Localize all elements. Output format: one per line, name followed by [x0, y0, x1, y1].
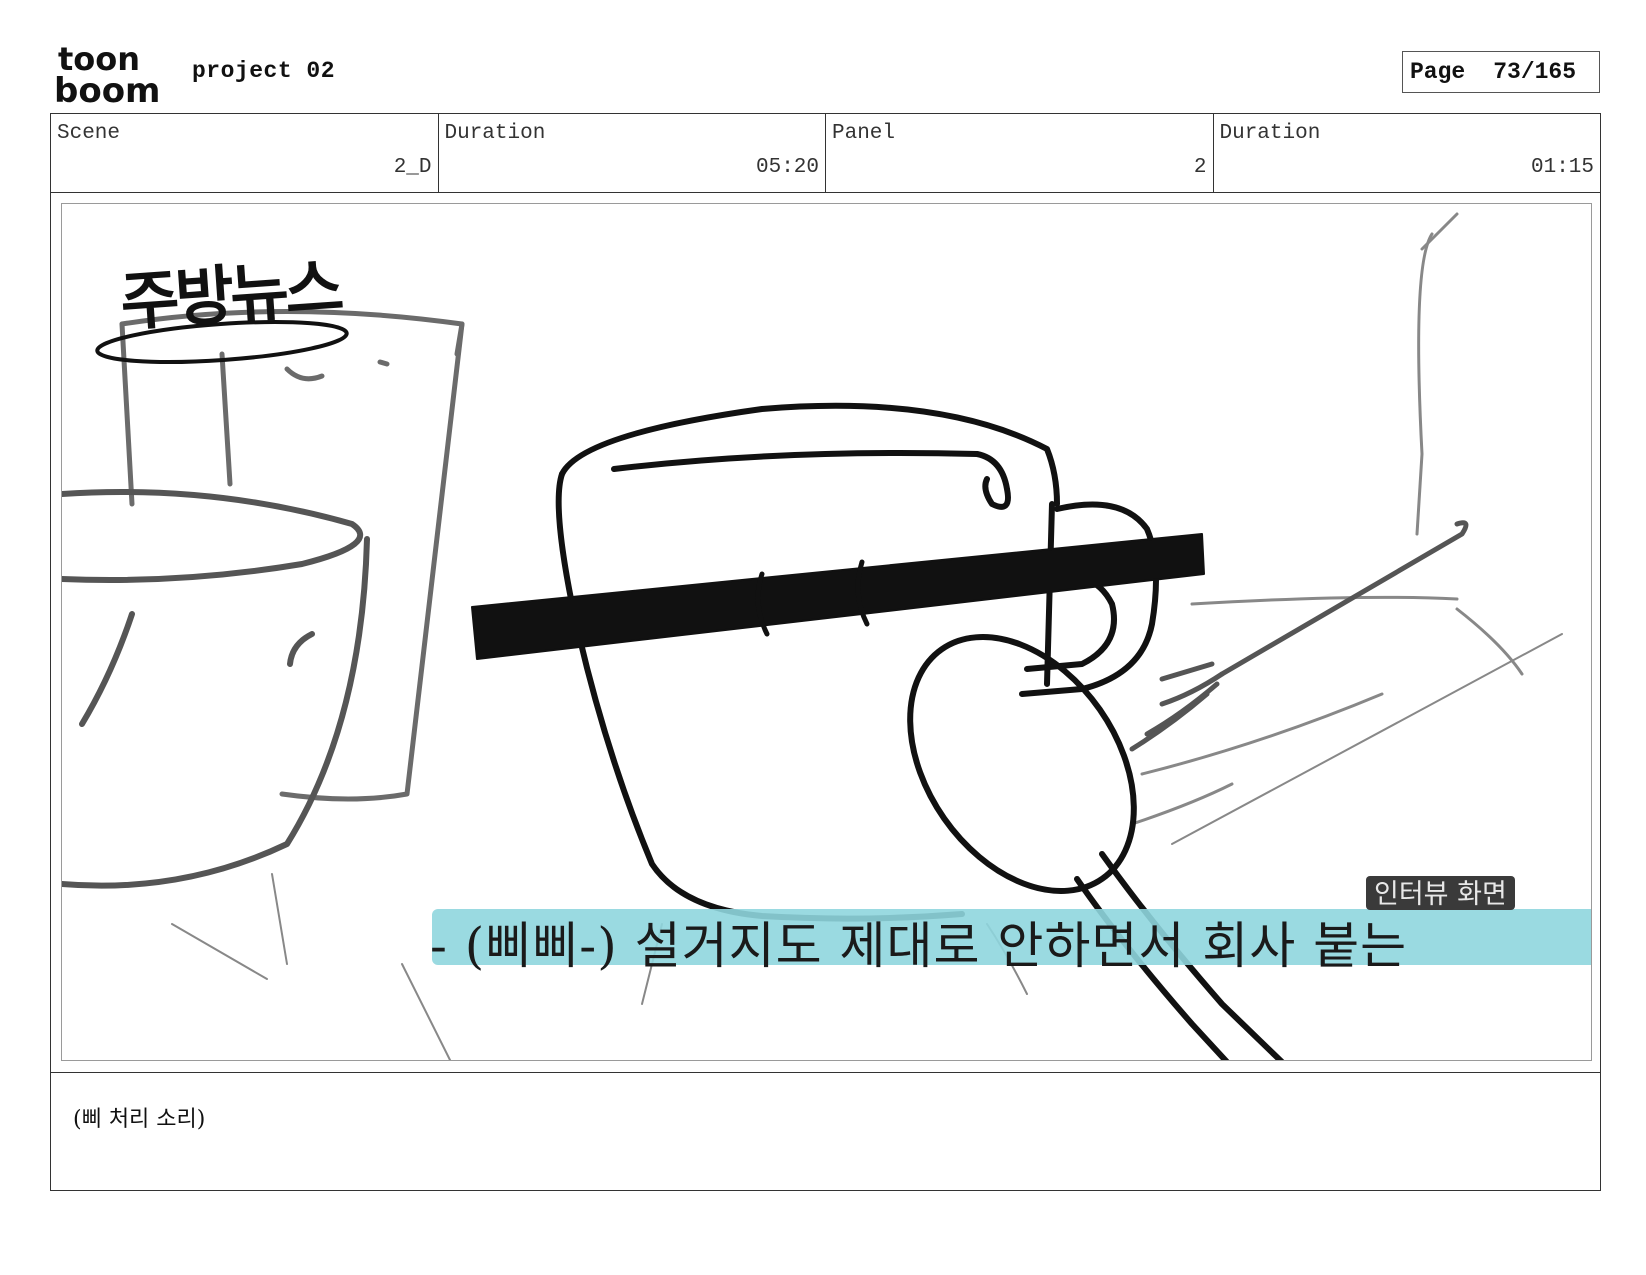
panel-duration-label: Duration — [1219, 122, 1321, 145]
panel-notes: (삐 처리 소리) — [50, 1073, 1601, 1191]
bowl-sketch — [62, 489, 370, 980]
scene-cell: Scene 2_D — [51, 114, 439, 192]
page-number: 73/165 — [1493, 59, 1577, 85]
panel-duration-cell: Duration 01:15 — [1214, 114, 1601, 192]
page-indicator: Page 73/165 — [1402, 51, 1600, 93]
project-title: project 02 — [192, 58, 336, 84]
page-label: Page — [1410, 59, 1466, 85]
censor-bar — [471, 533, 1205, 660]
toonboom-logo: toon boom — [54, 42, 160, 106]
glass-sketch — [119, 309, 465, 802]
panel-label: Panel — [832, 122, 896, 145]
panel-value: 2 — [1193, 156, 1207, 179]
panel-info-row: Scene 2_D Duration 05:20 Panel 2 Duratio… — [50, 113, 1601, 193]
panel-cell: Panel 2 — [826, 114, 1214, 192]
cup-sketch — [555, 402, 1159, 922]
scene-duration-cell: Duration 05:20 — [439, 114, 826, 192]
news-title: 주방뉴스 — [118, 251, 343, 341]
scene-label: Scene — [57, 122, 121, 145]
subtitle-text: - (삐삐-) 설거지도 제대로 안하면서 회사 붙는 — [430, 917, 1408, 975]
scene-duration-label: Duration — [444, 122, 546, 145]
panel-drawing-area: 주방뉴스 인터뷰 화면 - (삐삐-) 설거지도 제대로 안하면서 회사 붙는 — [61, 203, 1592, 1061]
logo-line2: boom — [54, 71, 160, 106]
panel-duration-value: 01:15 — [1530, 156, 1594, 179]
interview-tag: 인터뷰 화면 — [1366, 876, 1515, 910]
notes-text: (삐 처리 소리) — [73, 1107, 206, 1132]
storyboard-panel: 주방뉴스 인터뷰 화면 - (삐삐-) 설거지도 제대로 안하면서 회사 붙는 — [50, 193, 1601, 1073]
scene-duration-value: 05:20 — [755, 156, 819, 179]
scene-value: 2_D — [393, 156, 432, 179]
